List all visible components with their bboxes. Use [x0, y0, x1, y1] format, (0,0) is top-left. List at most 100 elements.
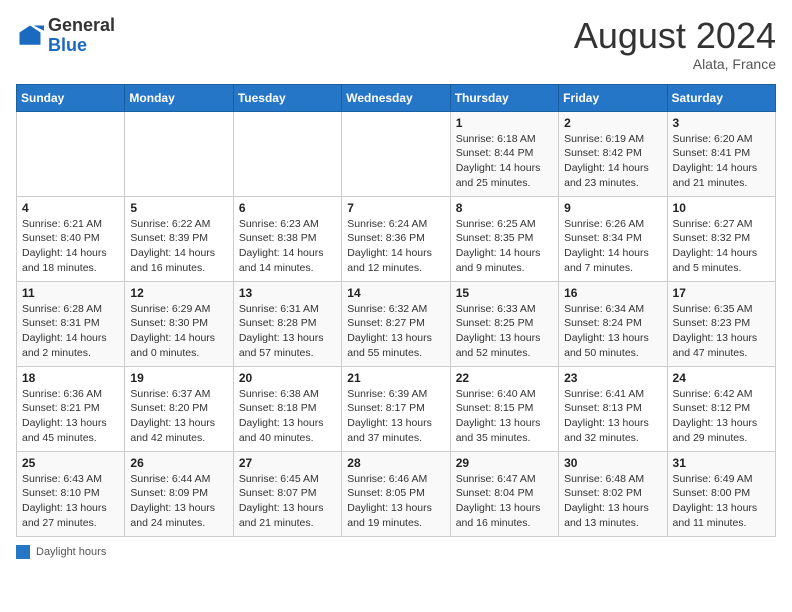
calendar-cell: 26Sunrise: 6:44 AM Sunset: 8:09 PM Dayli…	[125, 451, 233, 536]
day-number: 27	[239, 456, 336, 470]
day-number: 25	[22, 456, 119, 470]
day-info: Sunrise: 6:49 AM Sunset: 8:00 PM Dayligh…	[673, 472, 770, 531]
calendar-cell: 24 Sunrise: 6:42 AM Sunset: 8:12 PM Dayli…	[667, 366, 775, 451]
day-info: Sunrise: 6:21 AM Sunset: 8:40 PM Dayligh…	[22, 217, 119, 276]
day-number: 1	[456, 116, 553, 130]
calendar-cell: 11Sunrise: 6:28 AM Sunset: 8:31 PM Dayli…	[17, 281, 125, 366]
day-number: 2	[564, 116, 661, 130]
calendar-cell: 13Sunrise: 6:31 AM Sunset: 8:28 PM Dayli…	[233, 281, 341, 366]
calendar-header-row: SundayMondayTuesdayWednesdayThursdayFrid…	[17, 84, 776, 111]
calendar-cell: 23 Sunrise: 6:41 AM Sunset: 8:13 PM Dayli…	[559, 366, 667, 451]
day-number: 8	[456, 201, 553, 215]
day-number: 23	[564, 371, 661, 385]
calendar-cell: 20 Sunrise: 6:38 AM Sunset: 8:18 PM Dayli…	[233, 366, 341, 451]
day-of-week-header: Thursday	[450, 84, 558, 111]
calendar-cell: 31 Sunrise: 6:49 AM Sunset: 8:00 PM Dayli…	[667, 451, 775, 536]
day-number: 19	[130, 371, 227, 385]
day-info: Sunrise: 6:37 AM Sunset: 8:20 PM Dayligh…	[130, 387, 227, 446]
day-number: 24	[673, 371, 770, 385]
calendar-cell: 2 Sunrise: 6:19 AM Sunset: 8:42 PM Daylig…	[559, 111, 667, 196]
day-number: 4	[22, 201, 119, 215]
calendar-cell: 7 Sunrise: 6:24 AM Sunset: 8:36 PM Daylig…	[342, 196, 450, 281]
day-number: 12	[130, 286, 227, 300]
calendar-cell: 5 Sunrise: 6:22 AM Sunset: 8:39 PM Daylig…	[125, 196, 233, 281]
day-info: Sunrise: 6:23 AM Sunset: 8:38 PM Dayligh…	[239, 217, 336, 276]
calendar-cell: 17 Sunrise: 6:35 AM Sunset: 8:23 PM Dayli…	[667, 281, 775, 366]
day-number: 16	[564, 286, 661, 300]
calendar-cell: 25Sunrise: 6:43 AM Sunset: 8:10 PM Dayli…	[17, 451, 125, 536]
calendar-cell: 3Sunrise: 6:20 AM Sunset: 8:41 PM Daylig…	[667, 111, 775, 196]
day-info: Sunrise: 6:35 AM Sunset: 8:23 PM Dayligh…	[673, 302, 770, 361]
day-number: 21	[347, 371, 444, 385]
legend-box	[16, 545, 30, 559]
day-info: Sunrise: 6:27 AM Sunset: 8:32 PM Dayligh…	[673, 217, 770, 276]
day-info: Sunrise: 6:22 AM Sunset: 8:39 PM Dayligh…	[130, 217, 227, 276]
day-number: 17	[673, 286, 770, 300]
title-block: August 2024 Alata, France	[574, 16, 776, 72]
day-info: Sunrise: 6:31 AM Sunset: 8:28 PM Dayligh…	[239, 302, 336, 361]
day-number: 7	[347, 201, 444, 215]
calendar-week-row: 4 Sunrise: 6:21 AM Sunset: 8:40 PM Daylig…	[17, 196, 776, 281]
day-number: 6	[239, 201, 336, 215]
calendar-cell: 6 Sunrise: 6:23 AM Sunset: 8:38 PM Daylig…	[233, 196, 341, 281]
day-of-week-header: Friday	[559, 84, 667, 111]
day-info: Sunrise: 6:32 AM Sunset: 8:27 PM Dayligh…	[347, 302, 444, 361]
day-info: Sunrise: 6:36 AM Sunset: 8:21 PM Dayligh…	[22, 387, 119, 446]
calendar-cell: 21Sunrise: 6:39 AM Sunset: 8:17 PM Dayli…	[342, 366, 450, 451]
day-number: 15	[456, 286, 553, 300]
calendar-cell: 27 Sunrise: 6:45 AM Sunset: 8:07 PM Dayli…	[233, 451, 341, 536]
day-info: Sunrise: 6:18 AM Sunset: 8:44 PM Dayligh…	[456, 132, 553, 191]
day-number: 22	[456, 371, 553, 385]
calendar-cell	[125, 111, 233, 196]
logo-general-text: General	[48, 15, 115, 35]
calendar-cell: 4 Sunrise: 6:21 AM Sunset: 8:40 PM Daylig…	[17, 196, 125, 281]
day-number: 31	[673, 456, 770, 470]
calendar-cell: 1 Sunrise: 6:18 AM Sunset: 8:44 PM Daylig…	[450, 111, 558, 196]
day-number: 5	[130, 201, 227, 215]
day-number: 28	[347, 456, 444, 470]
calendar-cell: 9 Sunrise: 6:26 AM Sunset: 8:34 PM Daylig…	[559, 196, 667, 281]
calendar-table: SundayMondayTuesdayWednesdayThursdayFrid…	[16, 84, 776, 537]
day-info: Sunrise: 6:28 AM Sunset: 8:31 PM Dayligh…	[22, 302, 119, 361]
calendar-cell: 29 Sunrise: 6:47 AM Sunset: 8:04 PM Dayli…	[450, 451, 558, 536]
calendar-cell: 28 Sunrise: 6:46 AM Sunset: 8:05 PM Dayli…	[342, 451, 450, 536]
calendar-week-row: 11Sunrise: 6:28 AM Sunset: 8:31 PM Dayli…	[17, 281, 776, 366]
day-number: 20	[239, 371, 336, 385]
calendar-cell: 8Sunrise: 6:25 AM Sunset: 8:35 PM Daylig…	[450, 196, 558, 281]
legend: Daylight hours	[16, 545, 776, 559]
day-info: Sunrise: 6:41 AM Sunset: 8:13 PM Dayligh…	[564, 387, 661, 446]
calendar-week-row: 1 Sunrise: 6:18 AM Sunset: 8:44 PM Daylig…	[17, 111, 776, 196]
calendar-cell: 18Sunrise: 6:36 AM Sunset: 8:21 PM Dayli…	[17, 366, 125, 451]
day-info: Sunrise: 6:47 AM Sunset: 8:04 PM Dayligh…	[456, 472, 553, 531]
calendar-cell: 12 Sunrise: 6:29 AM Sunset: 8:30 PM Dayli…	[125, 281, 233, 366]
day-info: Sunrise: 6:20 AM Sunset: 8:41 PM Dayligh…	[673, 132, 770, 191]
calendar-cell	[342, 111, 450, 196]
day-info: Sunrise: 6:29 AM Sunset: 8:30 PM Dayligh…	[130, 302, 227, 361]
logo: General Blue	[16, 16, 115, 56]
calendar-cell	[17, 111, 125, 196]
day-info: Sunrise: 6:19 AM Sunset: 8:42 PM Dayligh…	[564, 132, 661, 191]
day-number: 29	[456, 456, 553, 470]
day-info: Sunrise: 6:40 AM Sunset: 8:15 PM Dayligh…	[456, 387, 553, 446]
day-of-week-header: Wednesday	[342, 84, 450, 111]
logo-icon	[16, 22, 44, 50]
location-subtitle: Alata, France	[574, 56, 776, 72]
month-year-title: August 2024	[574, 16, 776, 56]
day-of-week-header: Monday	[125, 84, 233, 111]
calendar-cell: 10Sunrise: 6:27 AM Sunset: 8:32 PM Dayli…	[667, 196, 775, 281]
day-info: Sunrise: 6:34 AM Sunset: 8:24 PM Dayligh…	[564, 302, 661, 361]
day-of-week-header: Tuesday	[233, 84, 341, 111]
day-info: Sunrise: 6:33 AM Sunset: 8:25 PM Dayligh…	[456, 302, 553, 361]
day-info: Sunrise: 6:45 AM Sunset: 8:07 PM Dayligh…	[239, 472, 336, 531]
calendar-cell	[233, 111, 341, 196]
calendar-week-row: 25Sunrise: 6:43 AM Sunset: 8:10 PM Dayli…	[17, 451, 776, 536]
calendar-week-row: 18Sunrise: 6:36 AM Sunset: 8:21 PM Dayli…	[17, 366, 776, 451]
calendar-cell: 19 Sunrise: 6:37 AM Sunset: 8:20 PM Dayli…	[125, 366, 233, 451]
day-info: Sunrise: 6:42 AM Sunset: 8:12 PM Dayligh…	[673, 387, 770, 446]
day-info: Sunrise: 6:24 AM Sunset: 8:36 PM Dayligh…	[347, 217, 444, 276]
day-info: Sunrise: 6:38 AM Sunset: 8:18 PM Dayligh…	[239, 387, 336, 446]
day-info: Sunrise: 6:46 AM Sunset: 8:05 PM Dayligh…	[347, 472, 444, 531]
legend-label: Daylight hours	[36, 546, 106, 558]
day-number: 9	[564, 201, 661, 215]
day-info: Sunrise: 6:26 AM Sunset: 8:34 PM Dayligh…	[564, 217, 661, 276]
